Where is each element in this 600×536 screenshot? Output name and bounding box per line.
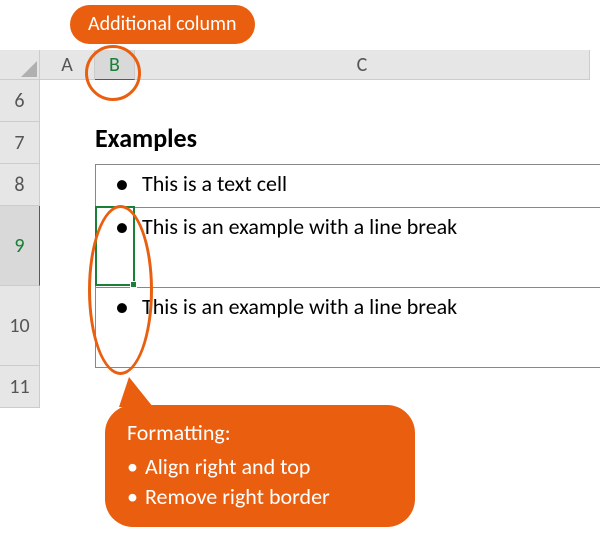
- callout-additional-column: Additional column: [70, 5, 255, 44]
- select-all-triangle-icon: [21, 61, 37, 77]
- bullet-cell[interactable]: •: [96, 165, 136, 207]
- row-header-8[interactable]: 8: [0, 164, 40, 206]
- callout-formatting: Formatting: Align right and top Remove r…: [105, 405, 415, 527]
- row-header-7[interactable]: 7: [0, 122, 40, 164]
- callout-title: Formatting:: [127, 419, 391, 446]
- table-row: • This is an example with a line break: [96, 287, 600, 367]
- column-header-c[interactable]: C: [135, 50, 590, 80]
- text-cell[interactable]: This is an example with a line break: [136, 288, 600, 367]
- callout-item: Align right and top: [127, 452, 391, 482]
- annotation-ellipse-bullets: [88, 205, 153, 375]
- table-row: • This is a text cell: [96, 165, 600, 207]
- callout-tail: [119, 377, 153, 407]
- cell-title[interactable]: Examples: [95, 122, 197, 154]
- row-header-10[interactable]: 10: [0, 286, 40, 366]
- text-cell[interactable]: This is an example with a line break: [136, 208, 600, 287]
- annotation-circle-column-b: [85, 45, 141, 101]
- table-row: • This is an example with a line break: [96, 207, 600, 287]
- row-header-11[interactable]: 11: [0, 366, 40, 408]
- row-header-9[interactable]: 9: [0, 206, 40, 286]
- example-table: • This is a text cell • This is an examp…: [95, 164, 600, 368]
- row-header-6[interactable]: 6: [0, 80, 40, 122]
- callout-item: Remove right border: [127, 482, 391, 512]
- select-all-corner[interactable]: [0, 50, 40, 80]
- text-cell[interactable]: This is a text cell: [136, 165, 600, 207]
